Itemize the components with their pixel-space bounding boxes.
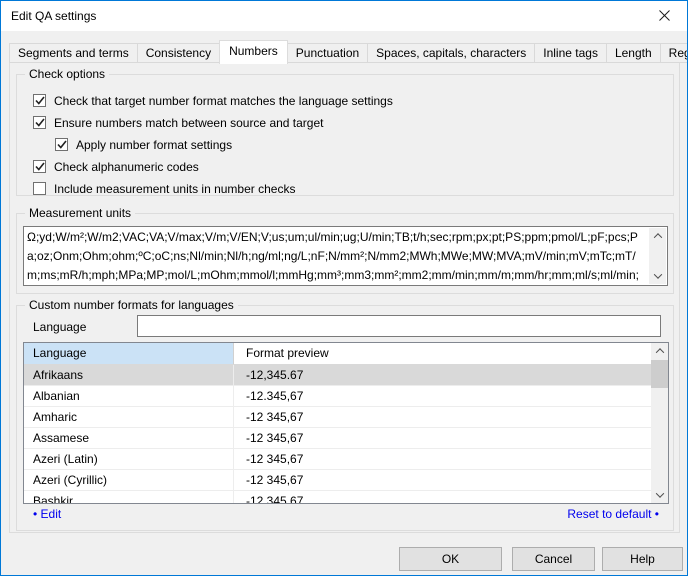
checkbox[interactable]: [33, 182, 46, 195]
group-title: Custom number formats for languages: [25, 298, 238, 313]
window-title: Edit QA settings: [11, 9, 96, 23]
column-header-language[interactable]: Language: [24, 343, 233, 364]
link-row: • Edit Reset to default •: [17, 507, 673, 525]
table-row-amharic[interactable]: Amharic -12 345,67: [24, 407, 668, 428]
ok-button[interactable]: OK: [399, 547, 502, 571]
tab-length[interactable]: Length: [607, 43, 661, 63]
column-divider-line: [233, 365, 234, 503]
table-row-bashkir[interactable]: Bashkir -12 345,67: [24, 491, 668, 504]
close-icon: [659, 10, 670, 21]
title-bar: Edit QA settings: [1, 1, 687, 31]
group-title: Check options: [25, 67, 109, 82]
chevron-down-icon: [655, 489, 663, 497]
check-options-group: Check options Check that target number f…: [16, 74, 674, 196]
tab-consistency[interactable]: Consistency: [138, 43, 220, 63]
tab-punctuation[interactable]: Punctuation: [288, 43, 368, 63]
checkbox[interactable]: [33, 160, 46, 173]
table-row-assamese[interactable]: Assamese -12 345,67: [24, 428, 668, 449]
scroll-thumb[interactable]: [651, 360, 668, 388]
numbers-tab-page: Check options Check that target number f…: [9, 62, 680, 533]
tab-ensure-numbers-match-between-source-and-target: Ensure numbers match between source and …: [33, 115, 663, 130]
units-scrollbar[interactable]: [649, 228, 666, 284]
group-title: Measurement units: [25, 206, 135, 221]
close-button[interactable]: [642, 1, 687, 30]
table-row-albanian[interactable]: Albanian -12.345,67: [24, 386, 668, 407]
table-row-afrikaans[interactable]: Afrikaans -12,345.67: [24, 365, 668, 386]
column-header-format-preview[interactable]: Format preview: [234, 343, 668, 364]
language-format-table: Language Format preview Afrikaans -12,34…: [23, 342, 669, 504]
scroll-up-button[interactable]: [649, 228, 666, 244]
tab-include-measurement-units-in-number-checks: Include measurement units in number chec…: [33, 181, 663, 196]
bullet-icon: •: [33, 507, 37, 521]
checkmark-icon: [35, 96, 45, 105]
chevron-up-icon: [653, 233, 661, 241]
check-options-list: Check that target number format matches …: [33, 93, 663, 203]
table-body: Afrikaans -12,345.67 Albanian -12.345,67…: [24, 365, 668, 504]
help-button[interactable]: Help: [602, 547, 683, 571]
tab-numbers[interactable]: Numbers: [219, 40, 288, 64]
bullet-icon: •: [655, 507, 659, 521]
tab-apply-number-format-settings: Apply number format settings: [55, 137, 663, 152]
checkmark-icon: [35, 162, 45, 171]
measurement-units-group: Measurement units Ω;yd;W/m²;W/m2;VAC;VA;…: [16, 213, 674, 294]
edit-qa-settings-dialog: Edit QA settings Segments and terms Cons…: [0, 0, 688, 576]
custom-number-formats-group: Custom number formats for languages Lang…: [16, 305, 674, 531]
table-scrollbar[interactable]: [651, 343, 668, 503]
tab-check-alphanumeric-codes: Check alphanumeric codes: [33, 159, 663, 174]
scroll-down-button[interactable]: [651, 487, 668, 503]
measurement-units-text: Ω;yd;W/m²;W/m2;VAC;VA;V/max;V/m;V/EN;V;u…: [27, 228, 647, 284]
reset-to-default-link[interactable]: Reset to default •: [567, 507, 659, 521]
chevron-up-icon: [655, 348, 663, 356]
checkbox[interactable]: [33, 116, 46, 129]
cancel-button[interactable]: Cancel: [512, 547, 595, 571]
checkmark-icon: [35, 118, 45, 127]
tab-inline-tags[interactable]: Inline tags: [535, 43, 607, 63]
tab-regex[interactable]: Regex: [661, 43, 688, 63]
tab-segments-and-terms[interactable]: Segments and terms: [9, 43, 138, 63]
tab-check-that-target-number-format-matches-the-language-settings: Check that target number format matches …: [33, 93, 663, 108]
tab-spaces-capitals-characters[interactable]: Spaces, capitals, characters: [368, 43, 535, 63]
scroll-down-button[interactable]: [649, 268, 666, 284]
edit-link[interactable]: • Edit: [33, 507, 61, 521]
table-row-azeri-latin[interactable]: Azeri (Latin) -12 345,67: [24, 449, 668, 470]
table-row-azeri-cyrillic[interactable]: Azeri (Cyrillic) -12 345,67: [24, 470, 668, 491]
checkbox[interactable]: [55, 138, 68, 151]
chevron-down-icon: [653, 270, 661, 278]
measurement-units-textarea[interactable]: Ω;yd;W/m²;W/m2;VAC;VA;V/max;V/m;V/EN;V;u…: [23, 226, 668, 286]
scroll-up-button[interactable]: [651, 343, 668, 359]
table-header: Language Format preview: [24, 343, 668, 365]
language-filter-input[interactable]: [137, 315, 661, 337]
tab-strip: Segments and terms Consistency Numbers P…: [9, 39, 688, 63]
checkbox[interactable]: [33, 94, 46, 107]
language-filter-label: Language: [33, 320, 86, 334]
checkmark-icon: [57, 140, 67, 149]
